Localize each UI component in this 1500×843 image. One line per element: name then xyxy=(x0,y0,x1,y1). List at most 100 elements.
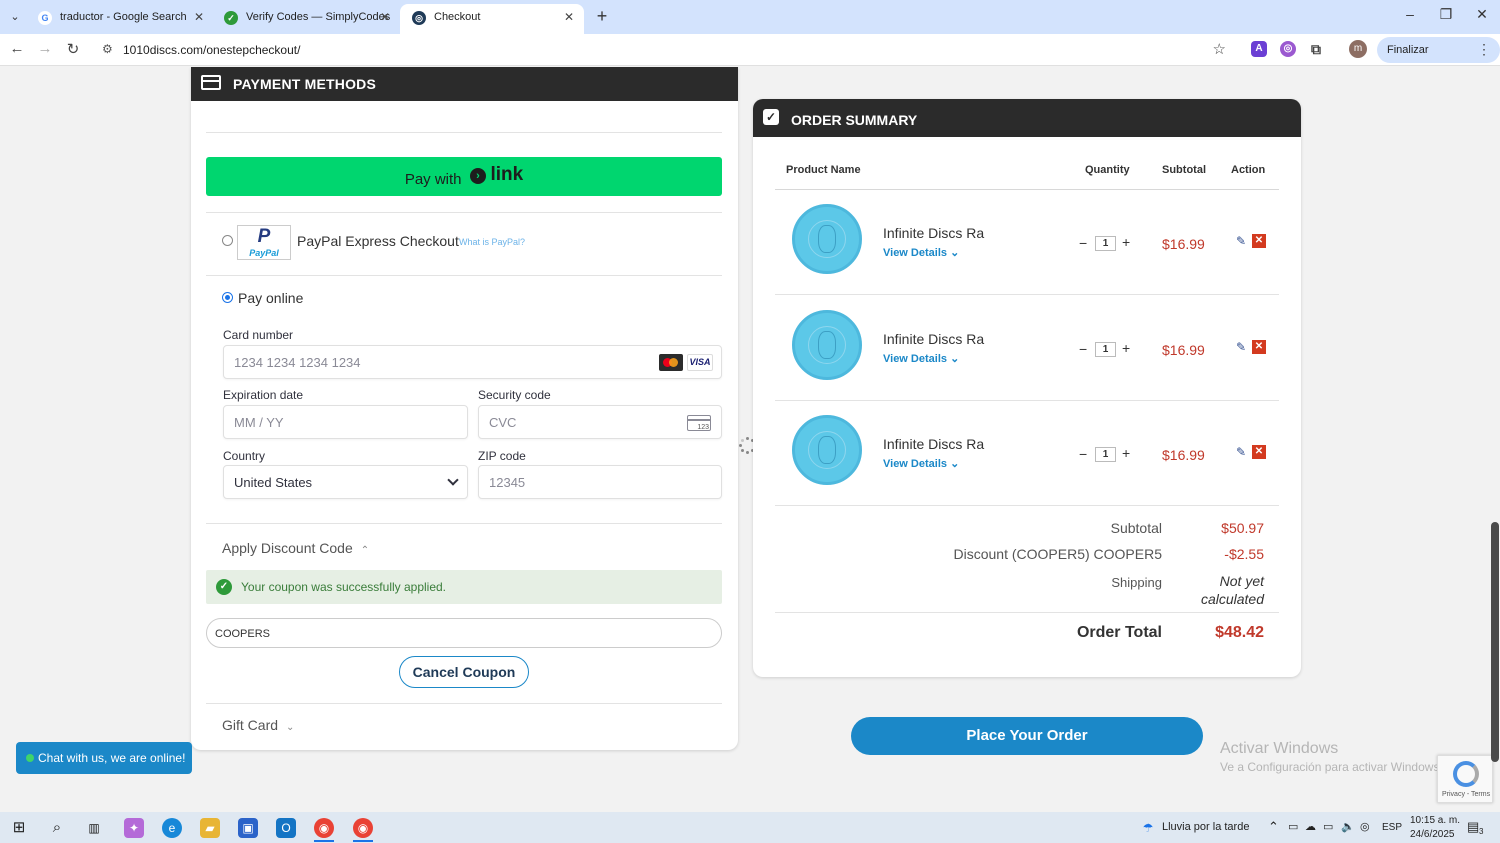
quantity-input[interactable]: 1 xyxy=(1095,447,1116,462)
new-tab-button[interactable]: + xyxy=(592,6,612,27)
pay-online-radio[interactable] xyxy=(222,292,233,303)
edit-pencil-icon[interactable]: ✎ xyxy=(1236,340,1246,354)
clock-date[interactable]: 24/6/2025 xyxy=(1410,829,1455,840)
product-image[interactable] xyxy=(792,415,862,485)
edge-icon[interactable]: e xyxy=(162,818,182,838)
product-name[interactable]: Infinite Discs Ra xyxy=(883,225,984,241)
increase-quantity-button[interactable]: + xyxy=(1122,234,1130,250)
decrease-quantity-button[interactable]: − xyxy=(1079,446,1087,462)
forward-icon[interactable]: → xyxy=(35,40,55,57)
browser-menu-icon[interactable]: ⋮ xyxy=(1477,41,1491,58)
remove-item-icon[interactable]: ✕ xyxy=(1252,340,1266,354)
gift-card-toggle[interactable]: Gift Card ⌄ xyxy=(222,717,294,733)
quantity-input[interactable]: 1 xyxy=(1095,236,1116,251)
tab-simplycodes[interactable]: ✓ Verify Codes — SimplyCodes ✕ xyxy=(212,4,400,34)
windows-start-icon[interactable]: ⊞ xyxy=(9,818,29,838)
close-tab-icon[interactable]: ✕ xyxy=(564,4,574,30)
tab-checkout[interactable]: ◎ Checkout ✕ xyxy=(400,4,584,34)
edit-pencil-icon[interactable]: ✎ xyxy=(1236,234,1246,248)
discount-code-input[interactable]: COOPERS xyxy=(206,618,722,648)
network-icon[interactable]: ▭ xyxy=(1323,820,1333,833)
reload-icon[interactable]: ↻ xyxy=(63,40,83,58)
chevron-up-icon: ⌃ xyxy=(360,545,370,556)
place-order-button[interactable]: Place Your Order xyxy=(851,717,1203,755)
subtotal-value: $50.97 xyxy=(1221,520,1264,536)
card-number-placeholder: 1234 1234 1234 1234 xyxy=(234,355,361,370)
outlook-icon[interactable]: O xyxy=(276,818,296,838)
discount-code-value: COOPERS xyxy=(215,628,271,640)
volume-icon[interactable]: 🔈 xyxy=(1341,820,1355,833)
back-icon[interactable]: ← xyxy=(7,40,27,57)
site-info-icon[interactable]: ⚙ xyxy=(102,42,113,56)
close-tab-icon[interactable]: ✕ xyxy=(380,4,390,30)
notifications-icon[interactable]: ▤ xyxy=(1467,819,1479,835)
increase-quantity-button[interactable]: + xyxy=(1122,340,1130,356)
store-icon[interactable]: ▣ xyxy=(238,818,258,838)
quantity-input[interactable]: 1 xyxy=(1095,342,1116,357)
file-explorer-icon[interactable]: ▰ xyxy=(200,818,220,838)
decrease-quantity-button[interactable]: − xyxy=(1079,341,1087,357)
weather-text[interactable]: Lluvia por la tarde xyxy=(1162,821,1249,833)
close-tab-icon[interactable]: ✕ xyxy=(194,4,204,30)
chevron-down-icon xyxy=(447,474,459,486)
recaptcha-links[interactable]: Privacy - Terms xyxy=(1442,791,1490,798)
product-image[interactable] xyxy=(792,310,862,380)
pay-with-link-button[interactable]: Pay with › link xyxy=(206,157,722,196)
apply-discount-toggle[interactable]: Apply Discount Code ⌃ xyxy=(222,540,369,556)
security-code-input[interactable]: CVC 123 xyxy=(478,405,722,439)
tab-search-dropdown-icon[interactable]: ⌄ xyxy=(6,8,24,26)
cancel-coupon-button[interactable]: Cancel Coupon xyxy=(399,656,529,688)
pay-online-label[interactable]: Pay online xyxy=(238,290,303,306)
country-select[interactable]: United States xyxy=(223,465,468,499)
credit-card-icon xyxy=(201,75,221,90)
product-image[interactable] xyxy=(792,204,862,274)
product-name[interactable]: Infinite Discs Ra xyxy=(883,331,984,347)
page-scrollbar[interactable] xyxy=(1491,522,1499,762)
what-is-paypal-link[interactable]: What is PayPal? xyxy=(459,237,525,247)
zip-code-input[interactable]: 12345 xyxy=(478,465,722,499)
card-number-input[interactable]: 1234 1234 1234 1234 VISA xyxy=(223,345,722,379)
payment-methods-title: PAYMENT METHODS xyxy=(233,76,377,92)
view-details-link[interactable]: View Details ⌄ xyxy=(883,246,959,259)
chrome-profile-icon[interactable]: ◉ xyxy=(353,818,373,838)
remove-item-icon[interactable]: ✕ xyxy=(1252,234,1266,248)
minimize-button[interactable]: – xyxy=(1400,6,1420,22)
clock-time[interactable]: 10:15 a. m. xyxy=(1410,815,1460,826)
extension-circle-icon[interactable]: ◎ xyxy=(1280,41,1296,57)
tab-google-search[interactable]: G traductor - Google Search ✕ xyxy=(26,4,214,34)
bookmark-star-icon[interactable]: ☆ xyxy=(1213,40,1226,58)
remove-item-icon[interactable]: ✕ xyxy=(1252,445,1266,459)
product-name[interactable]: Infinite Discs Ra xyxy=(883,436,984,452)
recaptcha-badge[interactable]: Privacy - Terms xyxy=(1437,755,1493,803)
chrome-icon[interactable]: ◉ xyxy=(314,818,334,838)
address-bar[interactable]: ⚙ 1010discs.com/onestepcheckout/ ☆ xyxy=(96,37,1236,63)
increase-quantity-button[interactable]: + xyxy=(1122,445,1130,461)
view-details-link[interactable]: View Details ⌄ xyxy=(883,457,959,470)
extensions-puzzle-icon[interactable]: ⧉ xyxy=(1308,41,1324,57)
meet-icon[interactable]: ▭ xyxy=(1288,820,1298,833)
paypal-radio[interactable] xyxy=(222,235,233,246)
chat-widget-button[interactable]: Chat with us, we are online! xyxy=(16,742,192,774)
extension-a-icon[interactable]: A xyxy=(1251,41,1267,57)
maximize-button[interactable]: ❐ xyxy=(1436,6,1456,23)
copilot-icon[interactable]: ✦ xyxy=(124,818,144,838)
search-icon[interactable]: ⌕ xyxy=(47,818,67,838)
tray-chevron-up-icon[interactable]: ⌃ xyxy=(1268,819,1279,835)
checkout-page: PAYMENT METHODS Pay with › link P PayPal… xyxy=(0,67,1500,812)
weather-rain-icon[interactable]: ☂ xyxy=(1138,818,1158,838)
location-icon[interactable]: ◎ xyxy=(1360,820,1370,833)
close-window-button[interactable]: ✕ xyxy=(1472,6,1492,23)
paypal-express-label[interactable]: PayPal Express Checkout xyxy=(297,233,459,249)
coupon-success-alert: ✓ Your coupon was successfully applied. xyxy=(206,570,722,604)
profile-avatar[interactable]: m xyxy=(1349,40,1367,58)
view-details-link[interactable]: View Details ⌄ xyxy=(883,352,959,365)
task-view-icon[interactable]: ▥ xyxy=(84,818,104,838)
link-logo: › link xyxy=(469,164,523,186)
recaptcha-icon xyxy=(1453,761,1479,787)
edit-pencil-icon[interactable]: ✎ xyxy=(1236,445,1246,459)
input-language[interactable]: ESP xyxy=(1382,822,1402,833)
notification-count-badge: 3 xyxy=(1479,827,1484,836)
expiration-date-input[interactable]: MM / YY xyxy=(223,405,468,439)
decrease-quantity-button[interactable]: − xyxy=(1079,235,1087,251)
cloud-icon[interactable]: ☁ xyxy=(1305,820,1316,833)
